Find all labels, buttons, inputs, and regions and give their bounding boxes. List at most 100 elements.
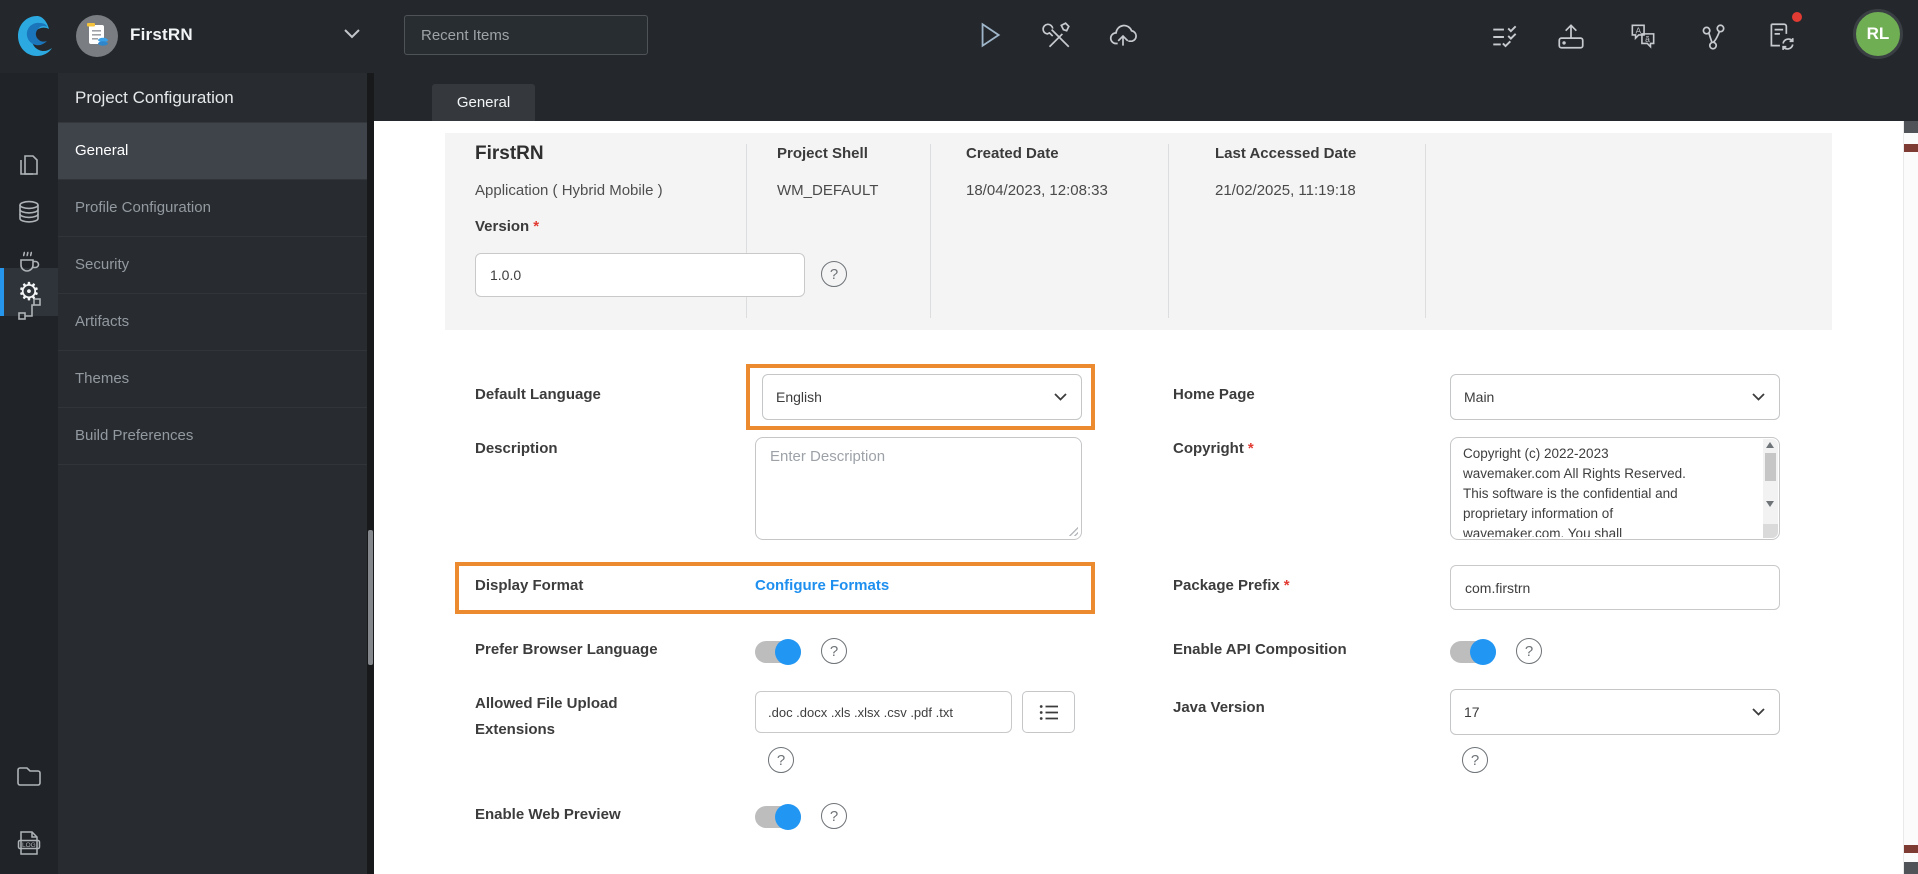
copyright-text: Copyright (c) 2022-2023 wavemaker.com Al… [1463, 446, 1686, 537]
project-name: FirstRN [475, 143, 544, 164]
allowed-file-upload-extensions-input[interactable]: .doc .docx .xls .xlsx .csv .pdf .txt [755, 691, 1012, 733]
description-textarea[interactable]: Enter Description [755, 437, 1082, 540]
copyright-scrollbar[interactable] [1763, 439, 1778, 538]
prefer-browser-language-toggle[interactable] [755, 639, 801, 665]
last-accessed-date-value: 21/02/2025, 11:19:18 [1215, 182, 1356, 199]
log-icon[interactable]: LOG [0, 828, 58, 858]
svg-text:A: A [1636, 25, 1642, 35]
sidebar-item-security[interactable]: Security [58, 237, 367, 294]
java-version-select[interactable]: 17 [1450, 689, 1780, 735]
chevron-down-icon [1752, 393, 1765, 401]
scroll-up-arrow[interactable] [1766, 442, 1774, 448]
enable-api-composition-toggle[interactable] [1450, 639, 1496, 665]
java-services-icon[interactable] [0, 246, 58, 276]
prefer-browser-language-label: Prefer Browser Language [475, 641, 658, 658]
allowed-file-upload-label-line1: Allowed File Upload [475, 695, 618, 712]
scroll-down-arrow[interactable] [1766, 501, 1774, 507]
jobs-checklist-icon[interactable] [1488, 20, 1522, 54]
wavemaker-logo-icon[interactable] [14, 13, 60, 59]
svg-text:LOG: LOG [22, 842, 36, 849]
wavemaker-studio-window: FirstRN Recent Items A ã RL ⚙ LOG Projec… [0, 0, 1918, 874]
resize-grip[interactable] [1067, 525, 1078, 536]
project-info-panel: FirstRN Application ( Hybrid Mobile ) Pr… [445, 133, 1832, 330]
java-version-help-icon[interactable]: ? [1462, 747, 1488, 773]
copyright-label: Copyright * [1173, 440, 1254, 457]
enable-api-composition-help-icon[interactable]: ? [1516, 638, 1542, 664]
sidebar-item-themes[interactable]: Themes [58, 351, 367, 408]
default-language-label: Default Language [475, 386, 601, 403]
top-bar: FirstRN Recent Items A ã RL [0, 0, 1918, 73]
enable-web-preview-label: Enable Web Preview [475, 806, 621, 823]
sidebar-scrollbar-track[interactable] [367, 73, 374, 874]
content-tab-strip [374, 73, 1918, 121]
scroll-thumb[interactable] [1765, 453, 1776, 481]
divider [930, 144, 931, 318]
sidebar-item-profile-configuration[interactable]: Profile Configuration [58, 180, 367, 237]
version-help-icon[interactable]: ? [821, 261, 847, 287]
scroll-corner [1763, 524, 1778, 538]
divider [1168, 144, 1169, 318]
sidebar-item-build-preferences[interactable]: Build Preferences [58, 408, 367, 465]
display-format-label: Display Format [475, 577, 584, 594]
default-language-select[interactable]: English [762, 374, 1082, 420]
sidebar-scrollbar-thumb[interactable] [368, 530, 373, 665]
user-avatar[interactable]: RL [1853, 9, 1903, 59]
toolbox-icon[interactable] [1040, 18, 1074, 52]
project-type: Application ( Hybrid Mobile ) [475, 182, 663, 199]
required-asterisk: * [1247, 440, 1254, 457]
content-scrollbar-top[interactable] [1904, 121, 1918, 133]
scroll-marker [1904, 845, 1918, 853]
description-label: Description [475, 440, 558, 457]
required-asterisk: * [1283, 577, 1290, 594]
project-avatar[interactable] [76, 15, 118, 62]
recent-items-input[interactable]: Recent Items [404, 15, 648, 55]
run-icon[interactable] [972, 18, 1006, 52]
package-prefix-input[interactable]: com.firstrn [1450, 565, 1780, 610]
configure-formats-link[interactable]: Configure Formats [755, 577, 889, 594]
version-label: Version * [475, 218, 540, 235]
sidebar-item-general[interactable]: General [58, 123, 367, 180]
copyright-textarea[interactable]: Copyright (c) 2022-2023 wavemaker.com Al… [1450, 437, 1780, 540]
project-menu-chevron-down-icon[interactable] [344, 29, 360, 39]
created-date-label: Created Date [966, 145, 1059, 162]
deploy-cloud-icon[interactable] [1106, 18, 1140, 52]
divider [1425, 144, 1426, 318]
chevron-down-icon [1752, 708, 1765, 716]
enable-web-preview-toggle[interactable] [755, 804, 801, 830]
export-icon[interactable] [1554, 19, 1588, 53]
project-configuration-sidebar: Project Configuration General Profile Co… [58, 73, 367, 874]
home-page-select[interactable]: Main [1450, 374, 1780, 420]
project-title: FirstRN [130, 25, 193, 44]
project-shell-value: WM_DEFAULT [777, 182, 879, 199]
general-settings-page: FirstRN Application ( Hybrid Mobile ) Pr… [374, 121, 1918, 874]
package-prefix-label: Package Prefix * [1173, 577, 1290, 594]
java-version-label: Java Version [1173, 699, 1265, 716]
notification-dot [1792, 12, 1802, 22]
required-asterisk: * [533, 218, 540, 235]
chevron-down-icon [1054, 393, 1067, 401]
content-scrollbar-track[interactable] [1903, 121, 1918, 874]
extensions-list-button[interactable] [1022, 691, 1075, 733]
settings-gear-icon[interactable]: ⚙ [0, 277, 58, 307]
sidebar-title: Project Configuration [58, 73, 367, 123]
tab-general[interactable]: General [432, 84, 535, 121]
version-input[interactable]: 1.0.0 [475, 253, 805, 297]
allowed-file-upload-label-line2: Extensions [475, 721, 556, 738]
sidebar-item-artifacts[interactable]: Artifacts [58, 294, 367, 351]
prefer-browser-language-help-icon[interactable]: ? [821, 638, 847, 664]
home-page-label: Home Page [1173, 386, 1255, 403]
folder-icon[interactable] [0, 761, 58, 791]
enable-api-composition-label: Enable API Composition [1173, 641, 1347, 658]
enable-web-preview-help-icon[interactable]: ? [821, 803, 847, 829]
pages-icon[interactable] [0, 150, 58, 180]
content-scrollbar-bottom[interactable] [1904, 862, 1918, 874]
scroll-marker [1904, 144, 1918, 152]
last-accessed-date-label: Last Accessed Date [1215, 145, 1357, 162]
vcs-share-icon[interactable] [1696, 20, 1730, 54]
created-date-value: 18/04/2023, 12:08:33 [966, 182, 1108, 199]
database-icon[interactable] [0, 197, 58, 227]
allowed-file-upload-help-icon[interactable]: ? [768, 747, 794, 773]
list-icon [1039, 704, 1058, 720]
file-sync-icon[interactable] [1764, 19, 1798, 53]
localization-icon[interactable]: A ã [1626, 19, 1660, 53]
